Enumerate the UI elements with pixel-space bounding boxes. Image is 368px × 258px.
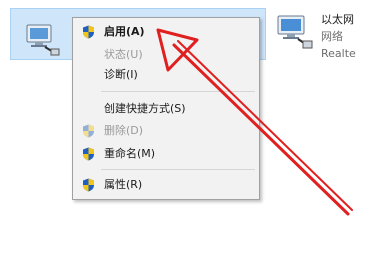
menu-item-rename-label: 重命名(M) bbox=[104, 147, 156, 160]
uac-shield-icon bbox=[83, 124, 94, 138]
adapter-context-menu: 启用(A) 状态(U) 诊断(I) 创建快捷方式(S) 删除(D) 重命名(M) bbox=[72, 17, 260, 200]
adapter-ethernet-info[interactable]: 以太网 网络 Realte bbox=[321, 11, 368, 62]
uac-shield-icon bbox=[83, 25, 94, 39]
adapter-ethernet-device: Realte bbox=[321, 47, 356, 60]
menu-separator bbox=[101, 91, 255, 92]
menu-item-rename[interactable]: 重命名(M) bbox=[73, 144, 259, 164]
menu-item-status[interactable]: 状态(U) bbox=[73, 45, 259, 65]
menu-item-delete-label: 删除(D) bbox=[104, 124, 144, 137]
network-adapter-icon bbox=[26, 24, 60, 56]
adapter-ethernet-status: 网络 bbox=[321, 30, 343, 43]
menu-item-diagnose-label: 诊断(I) bbox=[104, 68, 138, 81]
menu-item-properties[interactable]: 属性(R) bbox=[73, 175, 259, 195]
menu-item-enable-label: 启用(A) bbox=[104, 25, 145, 38]
menu-item-status-label: 状态(U) bbox=[104, 48, 143, 61]
menu-item-create-shortcut[interactable]: 创建快捷方式(S) bbox=[73, 99, 259, 119]
menu-item-create-shortcut-label: 创建快捷方式(S) bbox=[104, 102, 186, 115]
uac-shield-icon bbox=[83, 147, 94, 161]
network-adapter-icon[interactable] bbox=[276, 12, 314, 50]
menu-separator bbox=[101, 169, 255, 170]
adapter-ethernet-name: 以太网 bbox=[321, 13, 354, 26]
menu-item-properties-label: 属性(R) bbox=[104, 178, 143, 191]
menu-item-delete[interactable]: 删除(D) bbox=[73, 121, 259, 141]
uac-shield-icon bbox=[83, 178, 94, 192]
menu-item-diagnose[interactable]: 诊断(I) bbox=[73, 65, 259, 85]
menu-item-enable[interactable]: 启用(A) bbox=[73, 22, 259, 42]
